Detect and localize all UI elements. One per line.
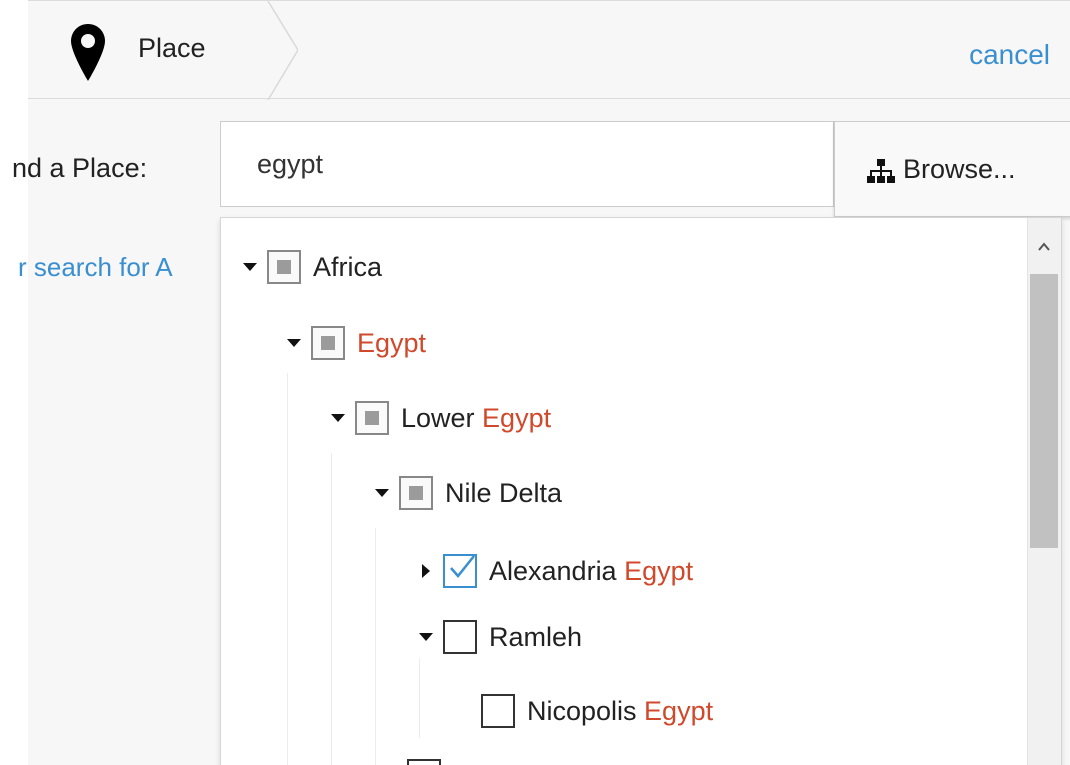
tree-node-label: Ramleh [489, 621, 583, 652]
place-search-input[interactable] [220, 121, 834, 207]
tree-node-label: Africa [313, 251, 383, 282]
tree-guide-line [331, 453, 332, 765]
cut-off-checkbox[interactable] [407, 759, 441, 765]
map-pin-icon [71, 24, 105, 81]
cancel-link[interactable]: cancel [969, 41, 1050, 69]
unchecked-checkbox[interactable] [481, 694, 515, 728]
node-match-text: Egypt [644, 695, 714, 726]
place-tree-dropdown: Africa Egypt Lower Egypt Nile Delta Alex… [220, 217, 1062, 765]
tree-guide-line [419, 658, 420, 738]
partial-checkbox[interactable] [311, 326, 345, 360]
main-area: Place cancel nd a Place: Browse... r sea… [12, 0, 1070, 765]
partial-checkbox[interactable] [355, 401, 389, 435]
node-text: Africa [313, 251, 383, 282]
expand-toggle[interactable] [327, 408, 349, 428]
node-text: Alexandria [489, 555, 625, 586]
partial-checkbox[interactable] [267, 250, 301, 284]
tree-scrollbar[interactable] [1027, 218, 1061, 765]
place-picker-screen: Place cancel nd a Place: Browse... r sea… [0, 0, 1070, 765]
node-match-text: Egypt [482, 402, 552, 433]
tree-node-label: Nicopolis Egypt [527, 695, 714, 726]
tree-node-nile-delta[interactable]: Nile Delta [371, 468, 562, 518]
tree-node-egypt[interactable]: Egypt [283, 318, 426, 368]
caret-down-icon [331, 414, 345, 422]
checked-checkbox[interactable] [443, 554, 477, 588]
browse-button[interactable]: Browse... [834, 121, 1070, 217]
tree-node-lower-egypt[interactable]: Lower Egypt [327, 393, 551, 443]
caret-down-icon [419, 633, 433, 641]
tree-node-africa[interactable]: Africa [239, 242, 382, 292]
header-bar: Place cancel [28, 0, 1070, 100]
tree-node-label: Lower Egypt [401, 402, 552, 433]
browse-button-label: Browse... [903, 154, 1016, 184]
scrollbar-thumb[interactable] [1030, 274, 1058, 548]
tree-node-label: Egypt [357, 327, 427, 358]
node-match-text: Egypt [624, 555, 694, 586]
expand-toggle[interactable] [371, 483, 393, 503]
expand-toggle[interactable] [415, 627, 437, 647]
search-hint-link[interactable]: r search for A [18, 254, 173, 280]
expand-toggle[interactable] [239, 257, 261, 277]
tree-node-label: Alexandria Egypt [489, 555, 694, 586]
expand-toggle[interactable] [415, 561, 437, 581]
chevron-up-icon[interactable] [1037, 240, 1051, 254]
node-text: Ramleh [489, 621, 583, 652]
place-tree: Africa Egypt Lower Egypt Nile Delta Alex… [221, 218, 1029, 765]
node-text: Lower [401, 402, 483, 433]
expand-toggle[interactable] [283, 333, 305, 353]
caret-down-icon [287, 339, 301, 347]
sitemap-icon [867, 159, 895, 183]
find-place-label: nd a Place: [12, 153, 148, 183]
caret-right-icon [422, 564, 430, 578]
tree-node-ramleh[interactable]: Ramleh [415, 612, 582, 662]
tree-node-label: Nile Delta [445, 477, 563, 508]
node-text: Nicopolis [527, 695, 645, 726]
caret-down-icon [243, 263, 257, 271]
tree-node-nicopolis[interactable]: Nicopolis Egypt [475, 686, 713, 736]
node-text: Nile Delta [445, 477, 563, 508]
partial-checkbox[interactable] [399, 476, 433, 510]
tree-guide-line [375, 528, 376, 765]
tree-guide-line [287, 373, 288, 765]
caret-down-icon [375, 489, 389, 497]
node-match-text: Egypt [357, 327, 427, 358]
unchecked-checkbox[interactable] [443, 620, 477, 654]
left-margin [0, 0, 28, 765]
check-icon [450, 555, 475, 578]
tree-node-alexandria[interactable]: Alexandria Egypt [415, 546, 693, 596]
breadcrumb-place-label[interactable]: Place [138, 35, 206, 62]
